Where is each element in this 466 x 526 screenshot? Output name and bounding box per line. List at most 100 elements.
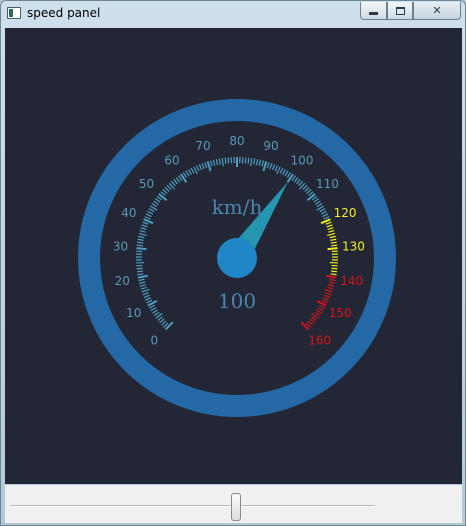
minor-tick	[244, 157, 247, 164]
minor-tick	[141, 288, 150, 293]
minor-tick	[331, 270, 338, 273]
minor-tick	[170, 180, 176, 187]
minor-tick	[145, 297, 151, 301]
minor-tick	[147, 210, 154, 215]
minor-tick	[324, 294, 331, 299]
maximize-icon	[395, 6, 405, 15]
minor-tick	[326, 224, 333, 228]
minor-tick	[327, 232, 336, 236]
tick-label: 70	[195, 139, 210, 153]
needle-hub	[217, 238, 257, 278]
minor-tick	[166, 184, 172, 190]
minor-tick	[153, 311, 160, 317]
tick-label: 60	[164, 154, 179, 168]
minor-tick	[212, 159, 216, 166]
tick-label: 0	[150, 334, 158, 348]
minor-tick	[328, 284, 335, 287]
minor-tick	[329, 278, 336, 282]
speed-slider-track[interactable]	[10, 505, 375, 507]
tick-label: 120	[334, 206, 357, 220]
minor-tick	[190, 167, 195, 174]
tick-label: 50	[139, 177, 154, 191]
major-tick	[206, 161, 212, 172]
speed-slider-handle[interactable]	[231, 493, 242, 521]
minor-tick	[218, 158, 221, 165]
minimize-button[interactable]	[360, 2, 387, 20]
minor-tick	[151, 203, 158, 208]
minor-tick	[152, 309, 158, 314]
minor-tick	[304, 186, 310, 192]
minor-tick	[327, 286, 334, 290]
tick-label: 160	[308, 334, 331, 348]
minor-tick	[140, 286, 147, 290]
minor-tick	[136, 267, 143, 270]
tick-label: 10	[126, 306, 141, 320]
minor-tick	[146, 299, 153, 304]
minor-tick	[328, 281, 335, 285]
minor-tick	[328, 230, 335, 233]
minor-tick	[298, 180, 304, 187]
speed-value: 100	[218, 289, 256, 313]
unit-label: km/h	[212, 195, 263, 219]
minor-tick	[279, 167, 284, 174]
minor-tick	[201, 163, 205, 170]
minor-tick	[315, 200, 321, 205]
speed-panel: 0 10 20 30 40 50 60 70 80 90 100 110 120 130 140 150 160…	[5, 28, 462, 484]
tick-label: 140	[340, 274, 363, 288]
minor-tick	[325, 221, 332, 225]
minor-tick	[316, 309, 322, 314]
minor-tick	[136, 270, 143, 273]
minor-tick	[221, 158, 224, 167]
minor-tick	[145, 213, 152, 218]
tick-label: 150	[329, 306, 352, 320]
minor-tick	[137, 241, 144, 244]
minor-tick	[150, 307, 157, 312]
minor-tick	[144, 216, 151, 220]
minor-tick	[313, 198, 320, 203]
minor-tick	[175, 177, 181, 183]
minor-tick	[282, 169, 287, 175]
major-tick	[262, 161, 268, 172]
title-bar[interactable]: speed panel ✕	[1, 1, 465, 27]
minor-tick	[227, 157, 230, 164]
window-title: speed panel	[27, 6, 101, 20]
minor-tick	[187, 169, 192, 175]
minor-tick	[324, 288, 333, 293]
slider-area	[5, 485, 462, 523]
minor-tick	[255, 159, 259, 166]
speedometer-gauge: 010203040506070 80 90100110120130140150160…	[78, 99, 396, 417]
tick-label: 90	[263, 139, 278, 153]
minor-tick	[140, 227, 147, 231]
tick-label: 130	[342, 240, 365, 254]
minor-tick	[224, 157, 227, 164]
app-window: speed panel ✕ 0 10 20 30 40 50 60 70 80 90 100 110 1…	[0, 0, 466, 526]
minor-tick	[274, 165, 279, 172]
minor-tick	[322, 213, 329, 218]
minor-tick	[139, 284, 146, 287]
minor-tick	[159, 318, 165, 324]
maximize-button[interactable]	[387, 2, 413, 20]
minor-tick	[137, 273, 144, 276]
tick-label: 20	[115, 274, 130, 288]
minor-tick	[185, 170, 190, 177]
minimize-icon	[369, 11, 378, 15]
minor-tick	[153, 200, 159, 205]
minor-tick	[309, 318, 315, 324]
minor-tick	[139, 281, 146, 285]
close-button[interactable]: ✕	[413, 2, 461, 20]
tick-label: 110	[316, 177, 339, 191]
minor-tick	[306, 189, 312, 194]
minor-tick	[331, 267, 338, 270]
minor-tick	[136, 244, 143, 247]
minor-tick	[331, 244, 338, 247]
minor-tick	[276, 166, 281, 175]
minor-tick	[269, 163, 273, 170]
minor-tick	[271, 164, 276, 171]
minor-tick	[311, 316, 317, 321]
minor-tick	[330, 273, 337, 276]
major-tick	[136, 247, 147, 251]
minor-tick	[149, 304, 155, 309]
major-tick	[164, 321, 174, 331]
minor-tick	[195, 165, 200, 172]
minor-tick	[142, 221, 149, 225]
